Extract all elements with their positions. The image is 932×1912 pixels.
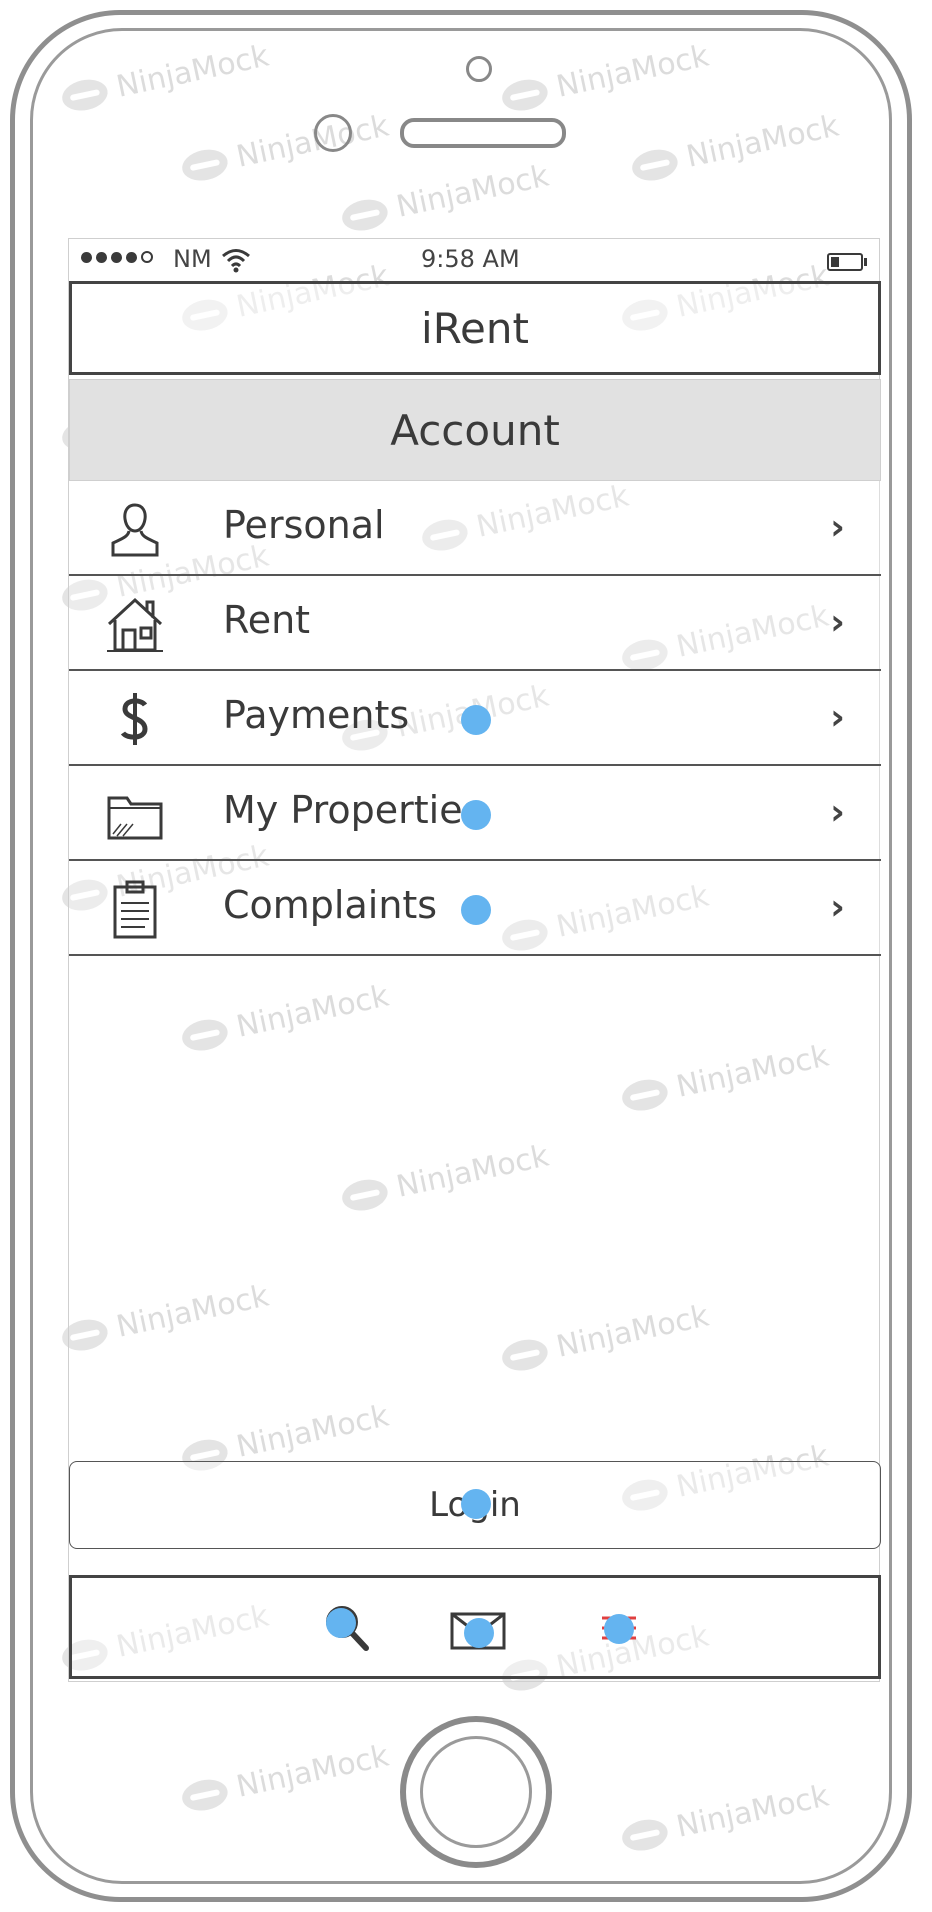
chevron-right-icon: › xyxy=(830,697,845,738)
house-icon xyxy=(107,597,163,652)
home-button-inner-ring xyxy=(420,1736,532,1848)
menu-item-label: Payments xyxy=(223,693,410,737)
signal-dot xyxy=(111,251,122,263)
menu-item-label: My Properties xyxy=(223,788,483,832)
signal-dot xyxy=(81,251,92,263)
battery-icon xyxy=(827,253,867,271)
dollar-icon xyxy=(120,693,148,745)
chevron-right-icon: › xyxy=(830,887,845,928)
signal-dot xyxy=(126,251,137,263)
home-button[interactable] xyxy=(400,1716,552,1868)
menu-list: Personal › Rent › Payments › My Properti… xyxy=(69,481,881,956)
clipboard-icon xyxy=(113,880,157,939)
link-hotspot[interactable] xyxy=(461,895,491,925)
chevron-right-icon: › xyxy=(830,792,845,833)
tab-mail[interactable] xyxy=(448,1600,508,1660)
section-title: Account xyxy=(390,405,560,455)
link-hotspot[interactable] xyxy=(604,1614,634,1644)
side-camera xyxy=(314,114,352,152)
menu-item-personal[interactable]: Personal › xyxy=(69,481,881,576)
signal-strength-icon xyxy=(81,251,153,263)
link-hotspot[interactable] xyxy=(461,1489,491,1519)
status-bar: NM 9:58 AM xyxy=(69,239,879,281)
wifi-icon xyxy=(222,249,250,273)
section-header: Account xyxy=(69,379,881,481)
link-hotspot[interactable] xyxy=(461,705,491,735)
app-title-bar: iRent xyxy=(69,281,881,375)
person-icon xyxy=(111,503,159,557)
phone-screen: NM 9:58 AM iRent Account Personal › Rent… xyxy=(68,238,881,1682)
signal-dot-empty xyxy=(141,251,153,263)
tab-bar xyxy=(69,1575,881,1679)
menu-item-my-properties[interactable]: My Properties › xyxy=(69,766,881,861)
menu-item-label: Rent xyxy=(223,598,311,642)
folder-icon xyxy=(107,796,163,840)
app-title: iRent xyxy=(421,303,529,353)
carrier-name: NM xyxy=(173,245,212,273)
menu-item-complaints[interactable]: Complaints › xyxy=(69,861,881,956)
earpiece-speaker xyxy=(400,118,566,148)
chevron-right-icon: › xyxy=(830,602,845,643)
chevron-right-icon: › xyxy=(830,507,845,548)
link-hotspot[interactable] xyxy=(461,800,491,830)
menu-item-payments[interactable]: Payments › xyxy=(69,671,881,766)
tab-search[interactable] xyxy=(320,1600,380,1660)
tab-menu[interactable] xyxy=(590,1600,650,1660)
menu-item-label: Complaints xyxy=(223,883,438,927)
front-camera xyxy=(466,56,492,82)
link-hotspot[interactable] xyxy=(326,1608,356,1638)
menu-item-label: Personal xyxy=(223,503,385,547)
menu-item-rent[interactable]: Rent › xyxy=(69,576,881,671)
signal-dot xyxy=(96,251,107,263)
status-clock: 9:58 AM xyxy=(421,245,520,273)
link-hotspot[interactable] xyxy=(464,1618,494,1648)
